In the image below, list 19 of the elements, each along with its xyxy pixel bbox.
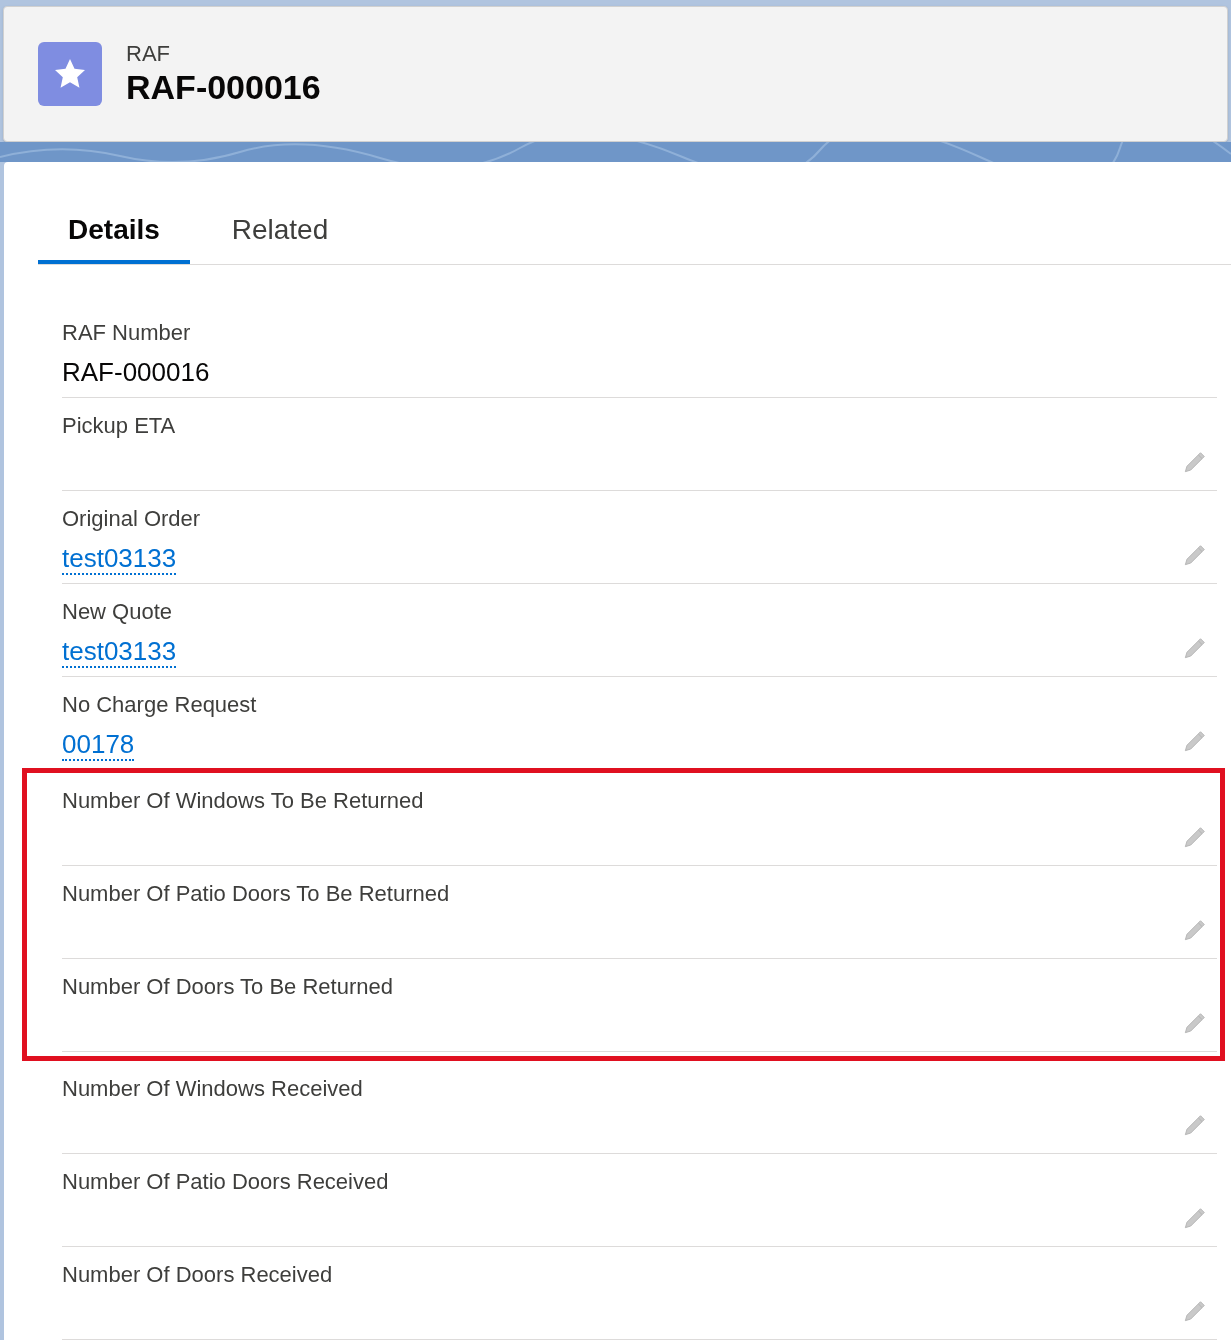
field-label: No Charge Request: [62, 691, 257, 719]
tab[interactable]: Related: [190, 206, 370, 264]
field-label: Original Order: [62, 505, 201, 533]
object-label: RAF: [126, 41, 171, 67]
record-link[interactable]: test03133: [62, 636, 177, 668]
record-link[interactable]: 00178: [62, 729, 135, 761]
field-label: Number Of Patio Doors Received: [62, 1168, 389, 1196]
field-label: Number Of Patio Doors To Be Returned: [62, 880, 450, 908]
field-value: RAF-000016: [62, 357, 210, 387]
field-label: Number Of Windows To Be Returned: [62, 787, 424, 815]
tab[interactable]: Details: [38, 206, 190, 264]
field-label: New Quote: [62, 598, 174, 626]
field-label: Number Of Doors Received: [62, 1261, 333, 1289]
record-title: RAF-000016: [126, 67, 321, 107]
field-label: Number Of Windows Received: [62, 1075, 363, 1103]
field-label: Number Of Doors To Be Returned: [62, 973, 393, 1001]
field-label: Pickup ETA: [62, 412, 176, 440]
record-link[interactable]: test03133: [62, 543, 177, 575]
field-label: RAF Number: [62, 319, 192, 347]
